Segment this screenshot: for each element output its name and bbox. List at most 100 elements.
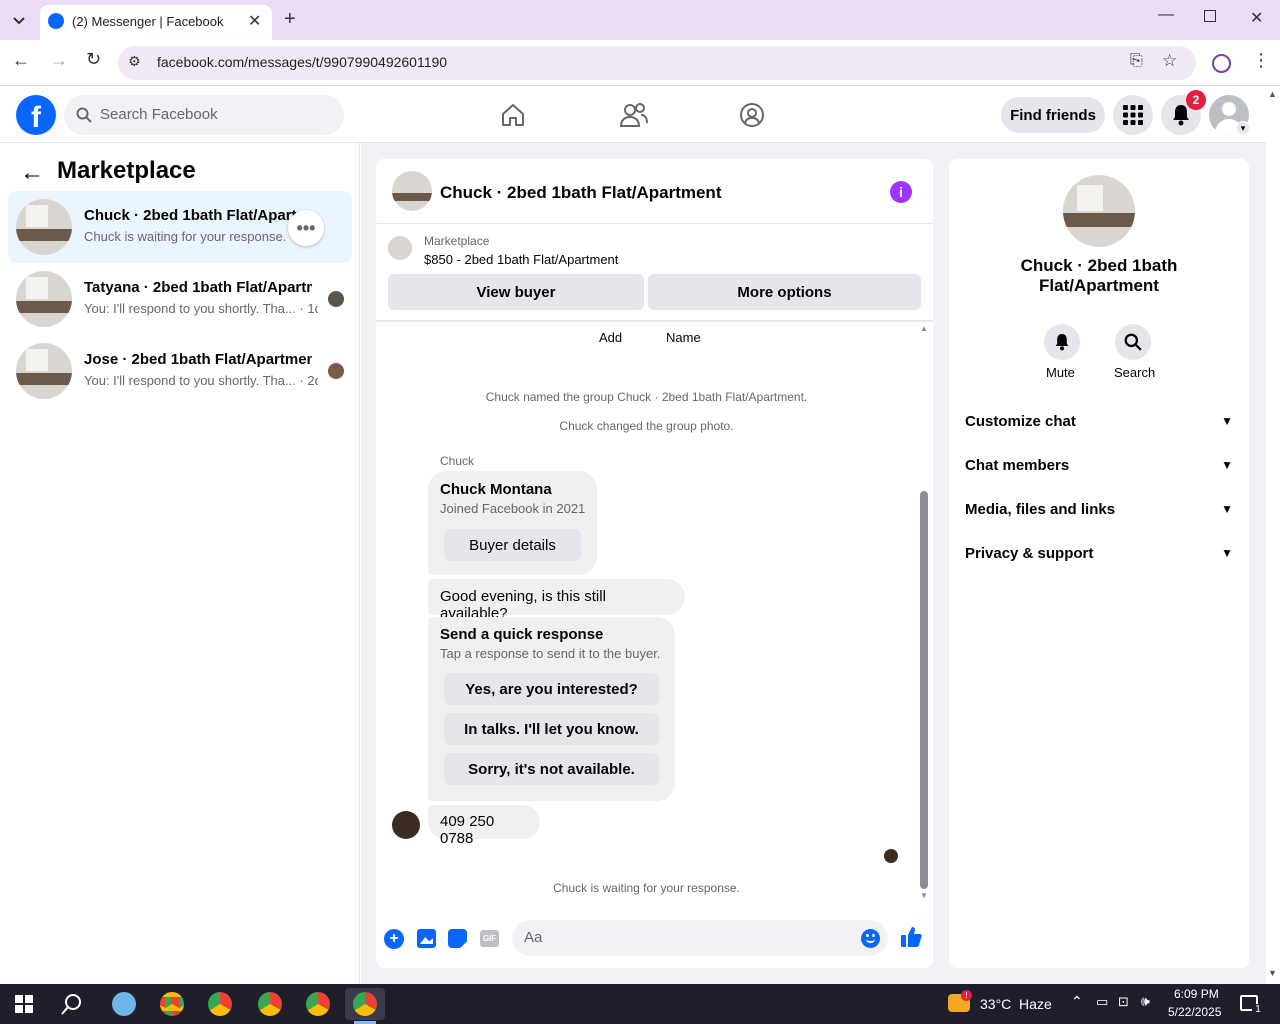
chrome-icon[interactable] <box>152 988 192 1020</box>
new-tab-icon[interactable]: + <box>284 8 296 31</box>
weather-alert-badge: ! <box>961 990 972 1001</box>
site-info-icon[interactable]: ⚙ <box>128 53 141 70</box>
back-icon[interactable]: ← <box>12 50 30 71</box>
message-bubble: 409 250 0788 <box>428 805 540 847</box>
menu-kebab-icon[interactable]: ⋮ <box>1252 50 1270 71</box>
tray-expand-icon[interactable]: ⌃ <box>1071 993 1083 1010</box>
quick-response-option[interactable]: Yes, are you interested? <box>444 673 659 705</box>
chrome-active-icon[interactable] <box>345 988 385 1020</box>
account-chevron-icon[interactable]: ▾ <box>1236 121 1250 135</box>
conversation-name: Chuck · 2bed 1bath Flat/Apartment <box>84 207 312 224</box>
section-label: Media, files and links <box>965 500 1116 518</box>
chat-title[interactable]: Chuck · 2bed 1bath Flat/Apartment <box>440 183 721 203</box>
listing-title[interactable]: $850 - 2bed 1bath Flat/Apartment <box>424 252 618 267</box>
chat-scrollbar[interactable]: ▲ ▼ <box>920 324 928 900</box>
page-scrollbar[interactable]: ▲ ▼ <box>1266 87 1280 984</box>
conversation-item-tatyana[interactable]: Tatyana · 2bed 1bath Flat/Apartment You:… <box>8 263 352 335</box>
minimize-icon[interactable]: — <box>1158 6 1174 24</box>
profile-name: Chuck Montana <box>440 481 552 498</box>
more-options-icon[interactable]: ••• <box>288 210 324 246</box>
conversation-item-jose[interactable]: Jose · 2bed 1bath Flat/Apartment You: I'… <box>8 335 352 407</box>
facebook-favicon-icon <box>48 13 64 29</box>
emoji-icon[interactable] <box>861 929 880 948</box>
system-message: Chuck changed the group photo. <box>559 419 734 433</box>
conversation-item-chuck[interactable]: Chuck · 2bed 1bath Flat/Apartment Chuck … <box>8 191 352 263</box>
notification-center-badge: 1 <box>1252 1004 1264 1016</box>
message-input[interactable]: Aa <box>512 920 888 956</box>
tab-search-icon[interactable] <box>8 10 30 32</box>
sticker-icon[interactable] <box>448 929 467 948</box>
home-icon[interactable] <box>500 102 526 128</box>
mute-bell-icon[interactable] <box>1044 324 1080 360</box>
view-buyer-button[interactable]: View buyer <box>388 274 644 310</box>
plus-icon[interactable]: + <box>384 929 404 949</box>
section-label: Customize chat <box>965 412 1076 430</box>
info-icon[interactable]: i <box>890 181 912 203</box>
forward-icon[interactable]: → <box>50 50 68 71</box>
restore-icon[interactable] <box>1204 10 1216 22</box>
tab-title: (2) Messenger | Facebook <box>72 14 224 29</box>
header-divider <box>376 223 933 224</box>
volume-icon[interactable]: 🕪 <box>1141 993 1150 1010</box>
window-close-icon[interactable]: ✕ <box>1250 8 1263 28</box>
chrome-profile-icon[interactable] <box>298 988 338 1020</box>
quick-response-title: Send a quick response <box>440 626 604 643</box>
chrome-profile-icon[interactable] <box>200 988 240 1020</box>
friends-icon[interactable] <box>620 102 648 128</box>
read-receipt-avatar <box>328 363 344 379</box>
thumbs-up-icon[interactable] <box>900 926 922 948</box>
find-friends-button[interactable]: Find friends <box>1001 97 1105 133</box>
conversation-name: Tatyana · 2bed 1bath Flat/Apartment <box>84 279 312 296</box>
weather-text[interactable]: 33°C Haze <box>980 996 1052 1012</box>
url-text[interactable]: facebook.com/messages/t/9907990492601190 <box>157 54 447 70</box>
quick-response-option[interactable]: Sorry, it's not available. <box>444 753 659 785</box>
groups-icon[interactable] <box>739 102 765 128</box>
banner-divider <box>376 320 933 322</box>
chrome-profile-icon[interactable] <box>250 988 290 1020</box>
chat-members-section[interactable]: Chat members ▼ <box>965 443 1233 487</box>
menu-grid-icon[interactable] <box>1113 95 1153 135</box>
paint-app-icon[interactable] <box>104 988 144 1020</box>
more-options-button[interactable]: More options <box>648 274 921 310</box>
waiting-status: Chuck is waiting for your response. <box>553 881 740 895</box>
close-tab-icon[interactable]: ✕ <box>248 11 261 31</box>
back-arrow-icon[interactable]: ← <box>20 159 44 187</box>
profile-icon[interactable] <box>1212 54 1231 73</box>
message-bubble: Good evening, is this still available? <box>428 579 685 622</box>
add-action-label[interactable]: Add <box>599 330 622 345</box>
browser-tab-messenger[interactable]: (2) Messenger | Facebook ✕ <box>40 5 272 40</box>
windows-taskbar: ! 33°C Haze ⌃ ▭ ⊡ 🕪 6:09 PM 5/22/2025 1 <box>0 984 1280 1024</box>
photo-icon[interactable] <box>417 929 436 948</box>
search-label[interactable]: Search <box>1114 365 1155 380</box>
name-action-label[interactable]: Name <box>666 330 701 345</box>
buyer-details-button[interactable]: Buyer details <box>444 529 581 561</box>
chevron-down-icon: ▼ <box>1221 414 1233 428</box>
scrollbar-thumb[interactable] <box>920 491 928 889</box>
tray-device-icon[interactable]: ▭ <box>1096 994 1108 1010</box>
read-receipt-avatar <box>328 291 344 307</box>
quick-response-option[interactable]: In talks. I'll let you know. <box>444 713 659 745</box>
search-conversation-icon[interactable] <box>1115 324 1151 360</box>
quick-response-subtitle: Tap a response to send it to the buyer. <box>440 646 661 661</box>
search-facebook-input[interactable]: Search Facebook <box>64 95 344 135</box>
bookmark-star-icon[interactable]: ☆ <box>1162 51 1177 71</box>
media-files-links-section[interactable]: Media, files and links ▼ <box>965 487 1233 531</box>
address-bar[interactable]: ⚙ facebook.com/messages/t/99079904926011… <box>118 46 1196 80</box>
mute-label[interactable]: Mute <box>1046 365 1075 380</box>
network-icon[interactable]: ⊡ <box>1118 994 1129 1010</box>
privacy-support-section[interactable]: Privacy & support ▼ <box>965 531 1233 575</box>
sender-avatar[interactable] <box>392 811 420 839</box>
chat-avatar[interactable] <box>392 171 432 211</box>
reload-icon[interactable]: ↻ <box>86 49 101 70</box>
taskbar-search-icon[interactable] <box>52 988 92 1020</box>
windows-start-icon[interactable] <box>4 988 44 1020</box>
facebook-logo-icon[interactable]: f <box>16 95 56 135</box>
profile-joined: Joined Facebook in 2021 <box>440 501 586 516</box>
install-app-icon[interactable]: ⎘ <box>1130 52 1143 70</box>
gif-icon[interactable]: GIF <box>480 930 499 947</box>
message-placeholder: Aa <box>524 929 543 946</box>
customize-chat-section[interactable]: Customize chat ▼ <box>965 399 1233 443</box>
chat-panel: Chuck · 2bed 1bath Flat/Apartment i Mark… <box>376 159 933 968</box>
clock-date[interactable]: 5/22/2025 <box>1168 1005 1221 1019</box>
clock-time[interactable]: 6:09 PM <box>1174 987 1219 1001</box>
